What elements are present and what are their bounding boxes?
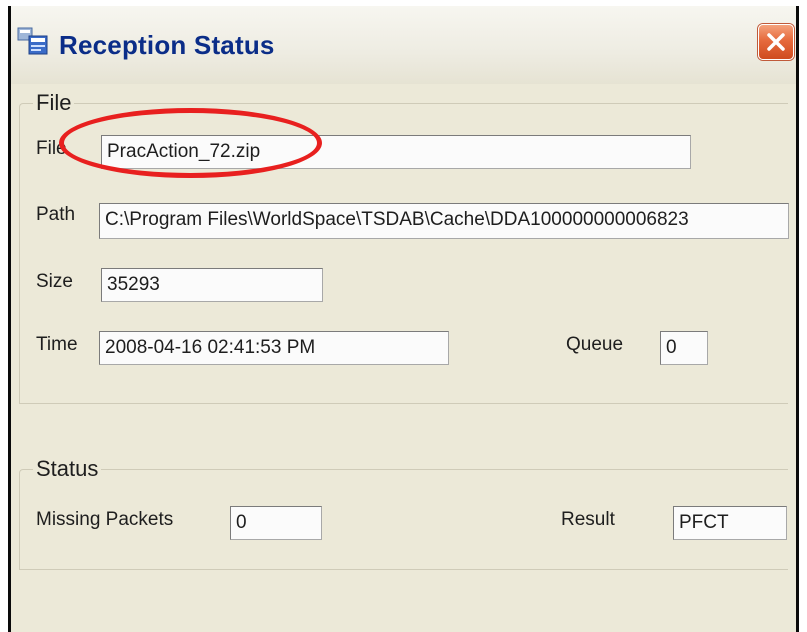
title-bar[interactable]: Reception Status — [11, 6, 796, 84]
result-label: Result — [561, 509, 615, 530]
missing-packets-label: Missing Packets — [36, 509, 174, 530]
file-label: File — [36, 138, 67, 159]
queue-label: Queue — [566, 334, 624, 355]
close-icon — [767, 33, 785, 51]
app-window-icon — [17, 26, 49, 56]
time-field[interactable]: 2008-04-16 02:41:53 PM — [99, 331, 449, 365]
missing-packets-field[interactable]: 0 — [230, 506, 322, 540]
status-group-legend: Status — [33, 456, 102, 482]
path-field[interactable]: C:\Program Files\WorldSpace\TSDAB\Cache\… — [99, 203, 789, 239]
size-field[interactable]: 35293 — [101, 268, 323, 302]
file-group-legend: File — [33, 90, 75, 116]
close-button[interactable] — [758, 24, 794, 60]
queue-field[interactable]: 0 — [660, 331, 708, 365]
file-name-field[interactable]: PracAction_72.zip — [101, 135, 691, 169]
window-title: Reception Status — [59, 30, 275, 60]
time-label: Time — [36, 334, 78, 355]
status-group-bottom-divider — [19, 569, 788, 570]
result-field[interactable]: PFCT — [673, 506, 787, 540]
size-label: Size — [36, 271, 73, 292]
path-label: Path — [36, 204, 76, 225]
file-group-bottom-divider — [19, 403, 788, 404]
reception-status-window: Reception Status File File PracAction_72… — [8, 6, 799, 632]
